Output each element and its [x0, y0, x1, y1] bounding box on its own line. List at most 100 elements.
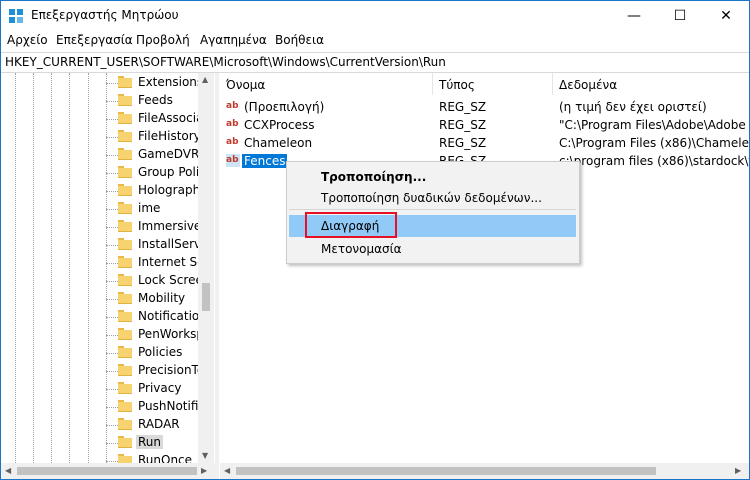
value-data: (η τιμή δεν έχει οριστεί): [559, 100, 707, 114]
maximize-button[interactable]: ☐: [657, 1, 703, 31]
tree-item-privacy[interactable]: Privacy: [1, 380, 201, 398]
value-name: Fences: [242, 154, 288, 168]
scroll-right-arrow-icon[interactable]: ▶: [735, 466, 741, 475]
address-bar[interactable]: HKEY_CURRENT_USER\SOFTWARE\Microsoft\Win…: [1, 52, 749, 73]
tree-item-label: Holographi: [138, 183, 200, 197]
value-data: c:\program files (x86)\stardock\fenc: [559, 154, 749, 168]
menu-item-label: Τροποποίηση δυαδικών δεδομένων...: [321, 191, 542, 205]
tree-connector: [106, 407, 118, 408]
scrollbar-thumb[interactable]: [236, 467, 656, 475]
minimize-icon: —: [627, 8, 641, 24]
minimize-button[interactable]: —: [611, 1, 657, 31]
folder-icon: [118, 346, 132, 358]
value-row-default[interactable]: ab (Προεπιλογή) REG_SZ (η τιμή δεν έχει …: [220, 98, 749, 116]
scroll-down-arrow-icon[interactable]: ▼: [202, 451, 208, 460]
context-menu-modify[interactable]: Τροποποίηση...: [287, 166, 579, 188]
menu-item-label: Μετονομασία: [321, 242, 402, 256]
tree-item-holographic[interactable]: Holographi: [1, 182, 201, 200]
tree-connector: [106, 389, 118, 390]
context-menu-modify-binary[interactable]: Τροποποίηση δυαδικών δεδομένων...: [287, 187, 579, 209]
tree-item-extensions[interactable]: Extensions: [1, 74, 201, 92]
tree-item-immersiveshell[interactable]: ImmersiveS: [1, 218, 201, 236]
value-type: REG_SZ: [439, 136, 487, 150]
tree-item-group-policy[interactable]: Group Polic: [1, 164, 201, 182]
folder-icon: [118, 148, 132, 160]
tree-item-label: FileHistory: [138, 129, 200, 143]
tree-item-label: Feeds: [138, 93, 173, 107]
tree-vertical-scrollbar[interactable]: ▲ ▼: [198, 73, 214, 463]
folder-icon: [118, 256, 132, 268]
close-button[interactable]: ✕: [703, 1, 749, 31]
column-header-type[interactable]: Τύπος: [433, 73, 553, 95]
tree-item-installservice[interactable]: InstallServic: [1, 236, 201, 254]
values-horizontal-scrollbar[interactable]: ◀ ▶: [220, 463, 749, 479]
menu-favorites[interactable]: Αγαπημένα: [200, 33, 267, 47]
tree-connector: [106, 119, 118, 120]
string-value-icon: ab: [226, 137, 239, 147]
window-title: Επεξεργαστής Μητρώου: [31, 8, 179, 22]
value-row-ccxprocess[interactable]: ab CCXProcess REG_SZ "C:\Program Files\A…: [220, 116, 749, 134]
scroll-up-arrow-icon[interactable]: ▲: [202, 75, 208, 84]
menu-bar: Αρχείο Επεξεργασία Προβολή Αγαπημένα Βοή…: [1, 31, 749, 51]
tree-item-pushnotifications[interactable]: PushNotific: [1, 398, 201, 416]
tree-connector: [106, 281, 118, 282]
title-bar[interactable]: Επεξεργαστής Μητρώου — ☐ ✕: [1, 1, 749, 31]
tree-item-internet-settings[interactable]: Internet Set: [1, 254, 201, 272]
menu-view[interactable]: Προβολή: [136, 33, 190, 47]
tree-item-label: FileAssociati: [138, 111, 200, 125]
tree-item-penworkspace[interactable]: PenWorksp: [1, 326, 201, 344]
address-path[interactable]: HKEY_CURRENT_USER\SOFTWARE\Microsoft\Win…: [5, 55, 446, 69]
tree-connector: [106, 209, 118, 210]
folder-icon: [118, 310, 132, 322]
folder-icon: [118, 76, 132, 88]
scroll-left-arrow-icon[interactable]: ◀: [224, 466, 230, 475]
tree-item-precisiontouchpad[interactable]: PrecisionTo: [1, 362, 201, 380]
string-value-icon: ab: [226, 119, 239, 129]
tree-connector: [106, 173, 118, 174]
menu-edit[interactable]: Επεξεργασία: [56, 33, 133, 47]
tree-item-label: RunOnce: [138, 453, 193, 463]
scroll-right-arrow-icon[interactable]: ▶: [201, 466, 207, 475]
tree-item-filehistory[interactable]: FileHistory: [1, 128, 201, 146]
column-header-data[interactable]: Δεδομένα: [553, 73, 749, 95]
value-row-chameleon[interactable]: ab Chameleon REG_SZ C:\Program Files (x8…: [220, 134, 749, 152]
folder-icon: [118, 94, 132, 106]
column-header-name[interactable]: Όνομα: [220, 73, 433, 95]
tree-item-gamedvr[interactable]: GameDVR: [1, 146, 201, 164]
scrollbar-thumb[interactable]: [202, 283, 210, 311]
values-list[interactable]: Όνομα Τύπος Δεδομένα ab (Προεπιλογή) REG…: [220, 73, 749, 463]
folder-icon: [118, 202, 132, 214]
menu-help[interactable]: Βοήθεια: [275, 33, 324, 47]
tree-item-notifications[interactable]: Notification: [1, 308, 201, 326]
tree-item-feeds[interactable]: Feeds: [1, 92, 201, 110]
registry-editor-window: Επεξεργαστής Μητρώου — ☐ ✕ Αρχείο Επεξερ…: [0, 0, 750, 480]
tree-item-mobility[interactable]: Mobility: [1, 290, 201, 308]
tree-item-run[interactable]: Run: [1, 434, 201, 452]
tree-connector: [106, 371, 118, 372]
tree-item-fileassociations[interactable]: FileAssociati: [1, 110, 201, 128]
tree-item-radar[interactable]: RADAR: [1, 416, 201, 434]
folder-icon: [118, 292, 132, 304]
annotation-highlight-box: [305, 212, 397, 238]
value-type: REG_SZ: [439, 118, 487, 132]
tree-item-label: Privacy: [138, 381, 182, 395]
scroll-left-arrow-icon[interactable]: ◀: [5, 466, 11, 475]
folder-icon: [118, 364, 132, 376]
tree-item-policies[interactable]: Policies: [1, 344, 201, 362]
pane-splitter[interactable]: [215, 73, 219, 479]
value-data: C:\Program Files (x86)\Chameleon\: [559, 136, 749, 150]
scrollbar-thumb[interactable]: [17, 467, 197, 475]
tree-horizontal-scrollbar[interactable]: ◀ ▶: [1, 463, 215, 479]
context-menu-rename[interactable]: Μετονομασία: [287, 238, 579, 260]
tree-item-ime[interactable]: ime: [1, 200, 201, 218]
tree-item-lock-screen[interactable]: Lock Screen: [1, 272, 201, 290]
string-value-icon: ab: [226, 154, 240, 167]
tree-item-label: Lock Screen: [138, 273, 200, 287]
menu-file[interactable]: Αρχείο: [7, 33, 48, 47]
tree-item-label: InstallServic: [138, 237, 200, 251]
folder-icon: [118, 454, 132, 463]
folder-icon: [118, 238, 132, 250]
tree-item-label: RADAR: [138, 417, 180, 431]
key-tree[interactable]: Extensions Feeds FileAssociati FileHisto…: [1, 73, 213, 463]
tree-item-runonce[interactable]: RunOnce: [1, 452, 201, 463]
